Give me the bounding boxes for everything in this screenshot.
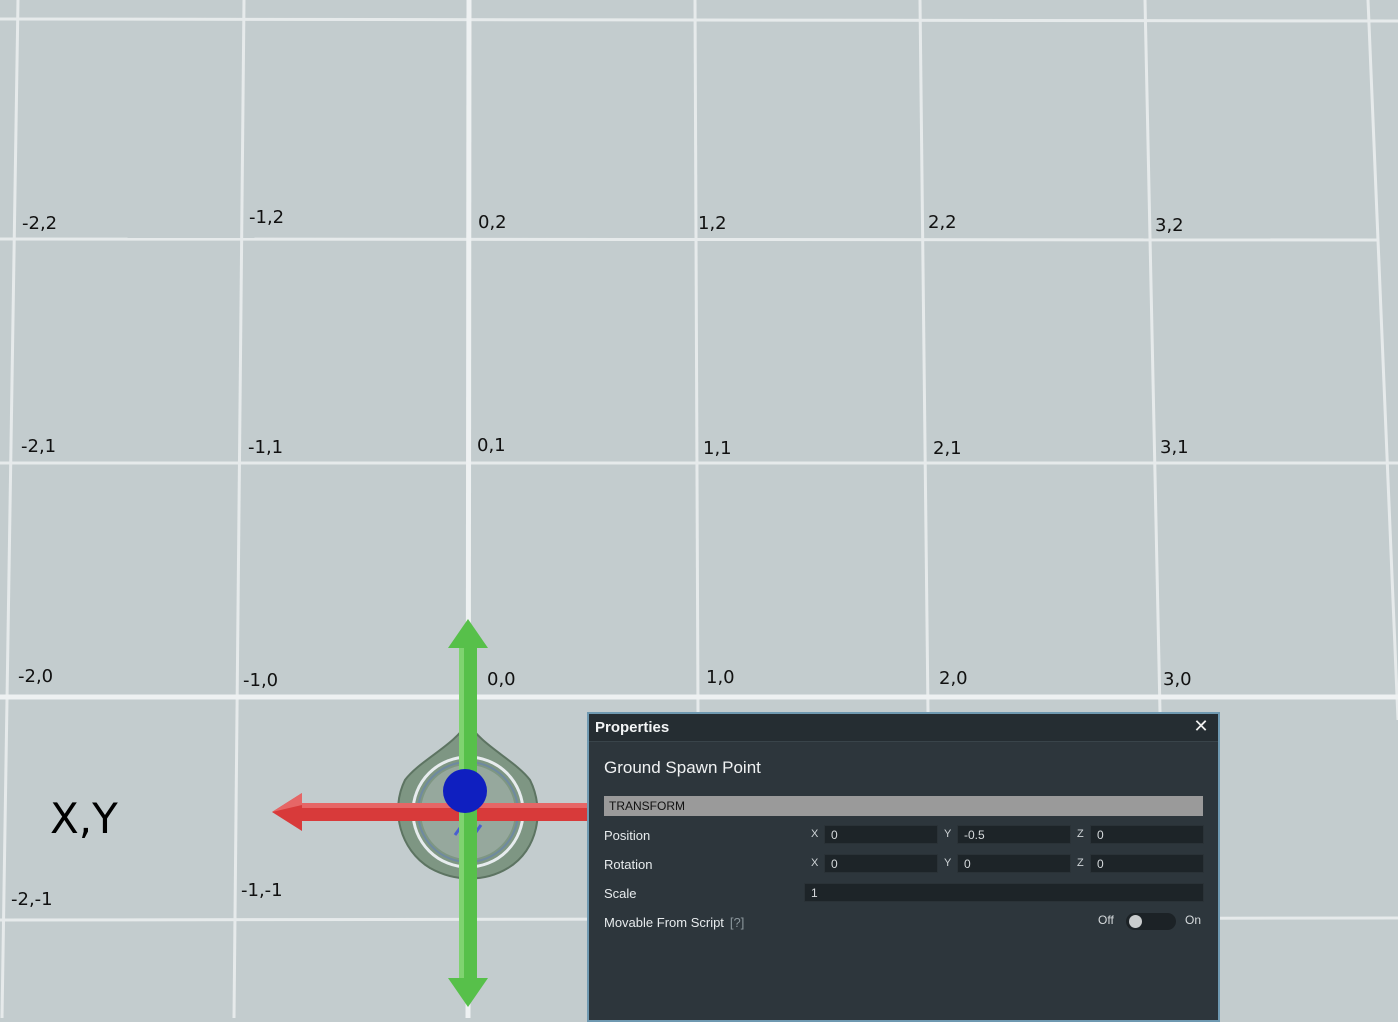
scale-input[interactable]: 1 — [804, 883, 1204, 902]
grid-coordinate-label: -2,0 — [18, 666, 54, 687]
axis-label: X,Y — [50, 794, 118, 843]
grid-line — [693, 0, 700, 713]
grid-coordinate-label: -2,-1 — [11, 889, 53, 910]
panel-titlebar[interactable]: Properties ✕ — [589, 714, 1218, 742]
grid-coordinate-label: 3,2 — [1155, 215, 1184, 236]
position-z-input[interactable]: 0 — [1090, 825, 1204, 844]
panel-title: Properties — [595, 719, 670, 736]
grid-coordinate-label: 3,0 — [1163, 669, 1192, 690]
grid-coordinate-label: 3,1 — [1160, 437, 1189, 458]
section-header-transform[interactable]: TRANSFORM — [604, 796, 1203, 816]
grid-line — [1143, 0, 1162, 713]
movable-toggle[interactable] — [1126, 913, 1176, 930]
rotation-y-input[interactable]: 0 — [957, 854, 1071, 873]
grid-coordinate-label: -1,0 — [243, 670, 279, 691]
rotation-z-label: Z — [1077, 857, 1084, 869]
toggle-off-label: Off — [1098, 913, 1114, 927]
grid-coordinate-label: 0,0 — [487, 669, 516, 690]
movable-from-script-row: Movable From Script [?] — [604, 915, 744, 930]
grid-line — [0, 0, 20, 1018]
grid-line — [0, 237, 1379, 242]
grid-coordinate-label: 2,1 — [933, 438, 962, 459]
grid-line — [0, 17, 1398, 23]
grid-line — [918, 0, 930, 713]
position-y-label: Y — [944, 828, 952, 840]
scale-label: Scale — [604, 886, 637, 901]
rotation-x-input[interactable]: 0 — [824, 854, 938, 873]
grid-coordinate-label: -2,1 — [21, 436, 57, 457]
rotation-x-label: X — [811, 857, 819, 869]
pivot-handle[interactable] — [443, 769, 487, 813]
properties-panel[interactable]: Properties ✕ Ground Spawn Point TRANSFOR… — [587, 712, 1220, 1022]
position-x-input[interactable]: 0 — [824, 825, 938, 844]
position-x-label: X — [811, 828, 819, 840]
grid-line — [1366, 0, 1398, 721]
movable-from-script-label: Movable From Script — [604, 915, 724, 930]
position-y-input[interactable]: -0.5 — [957, 825, 1071, 844]
grid-coordinate-label: 1,1 — [703, 438, 732, 459]
help-hint[interactable]: [?] — [730, 915, 744, 930]
grid-line — [232, 0, 246, 1018]
toggle-knob — [1129, 915, 1142, 928]
grid-coordinate-label: -2,2 — [22, 213, 58, 234]
grid-coordinate-label: -1,1 — [248, 437, 284, 458]
close-icon[interactable]: ✕ — [1192, 717, 1210, 735]
grid-coordinate-label: 2,0 — [939, 668, 968, 689]
grid-coordinate-label: 1,2 — [698, 213, 727, 234]
rotation-label: Rotation — [604, 857, 653, 872]
grid-coordinate-label: -1,-1 — [241, 880, 283, 901]
grid-coordinate-label: 1,0 — [706, 667, 735, 688]
position-z-label: Z — [1077, 828, 1084, 840]
toggle-on-label: On — [1185, 913, 1202, 927]
grid-coordinate-label: -1,2 — [249, 207, 285, 228]
grid-coordinate-label: 0,2 — [478, 212, 507, 233]
object-name: Ground Spawn Point — [604, 758, 761, 777]
grid-coordinate-label: 0,1 — [477, 435, 506, 456]
grid-coordinate-label: 2,2 — [928, 212, 957, 233]
rotation-z-input[interactable]: 0 — [1090, 854, 1204, 873]
rotation-y-label: Y — [944, 857, 952, 869]
position-label: Position — [604, 828, 651, 843]
